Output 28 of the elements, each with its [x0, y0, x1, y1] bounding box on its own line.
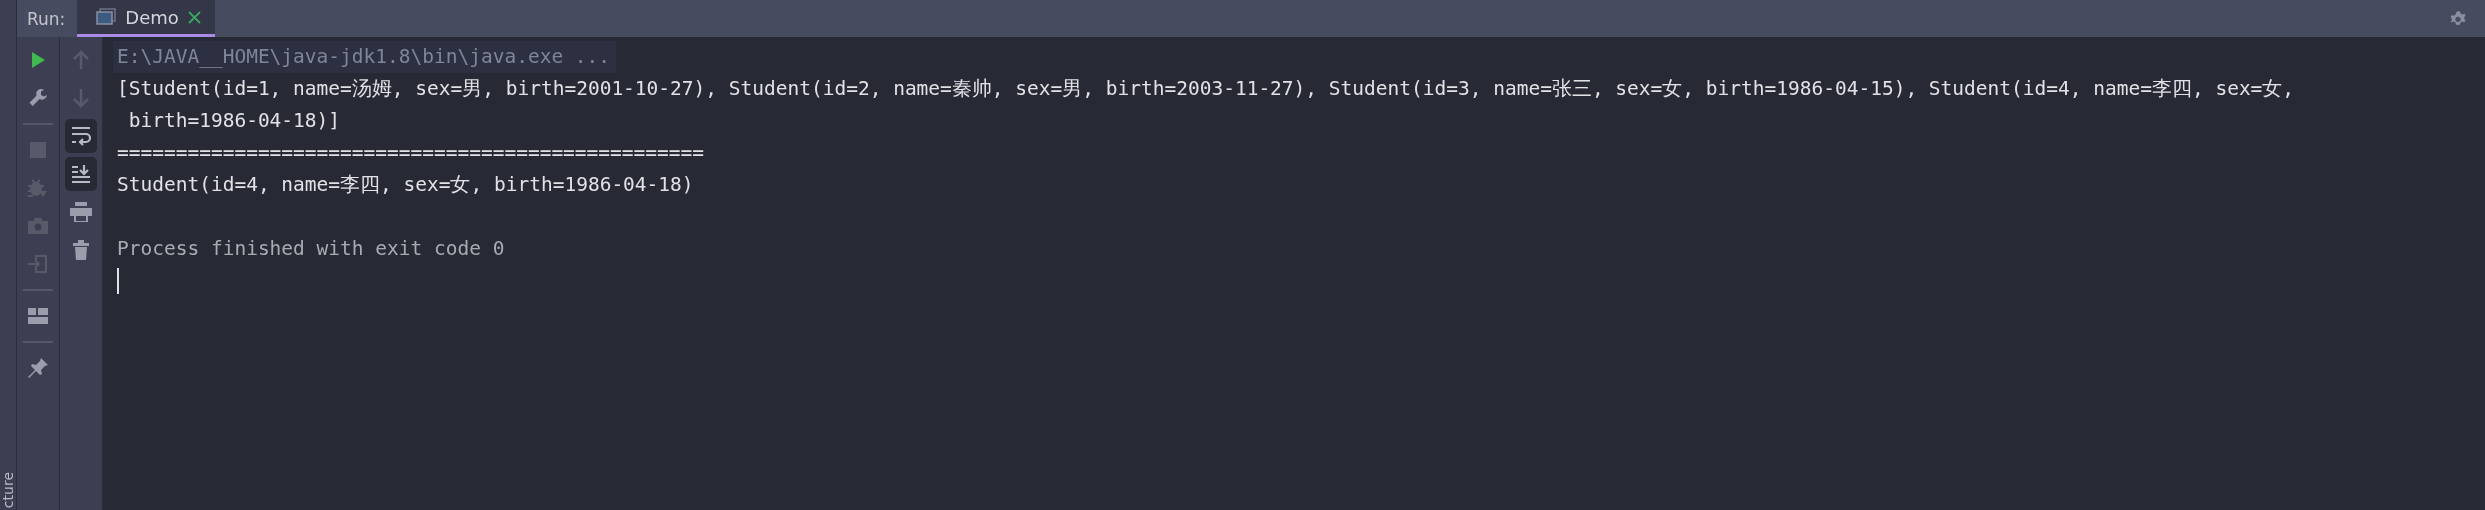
- play-icon: [29, 51, 47, 69]
- bug-icon: [27, 177, 49, 199]
- output-line: birth=1986-04-18)]: [127, 108, 342, 134]
- stop-icon: [30, 142, 46, 158]
- exit-message: Process finished with exit code 0: [117, 236, 506, 262]
- trash-icon: [73, 240, 89, 260]
- output-line: [Student(id=1, name=汤姆, sex=男, birth=2001-10-27), Student(id=2, name=秦帅, sex=男, birth=2003-11-27), Student(id=3, name=张三, sex=女, birth=1986-04-15), Student(id=4, name=李四, sex=女,: [117, 76, 2296, 102]
- wrench-icon: [28, 88, 48, 108]
- camera-icon: [27, 217, 49, 235]
- pin-icon: [27, 357, 49, 379]
- output-line: Student(id=4, name=李四, sex=女, birth=1986-04-18): [117, 172, 695, 198]
- close-icon[interactable]: [187, 10, 201, 24]
- up-arrow-icon: [73, 50, 89, 70]
- output-line: ==================================================: [117, 140, 705, 166]
- wrap-button[interactable]: [65, 119, 97, 153]
- tool-window-title: Run:: [26, 8, 67, 29]
- settings-icon[interactable]: [2449, 9, 2467, 28]
- side-panel-label[interactable]: cture: [0, 471, 16, 508]
- soft-wrap-icon: [71, 126, 91, 146]
- layout-icon: [28, 308, 48, 324]
- tab-label: Demo: [125, 6, 179, 28]
- scroll-end-button[interactable]: [65, 157, 97, 191]
- scroll-to-end-icon: [71, 164, 91, 184]
- down-arrow-icon: [73, 88, 89, 108]
- exit-icon: [27, 253, 49, 275]
- run-tab[interactable]: Demo: [77, 0, 215, 37]
- printer-icon: [70, 202, 92, 222]
- window-icon: [96, 8, 117, 26]
